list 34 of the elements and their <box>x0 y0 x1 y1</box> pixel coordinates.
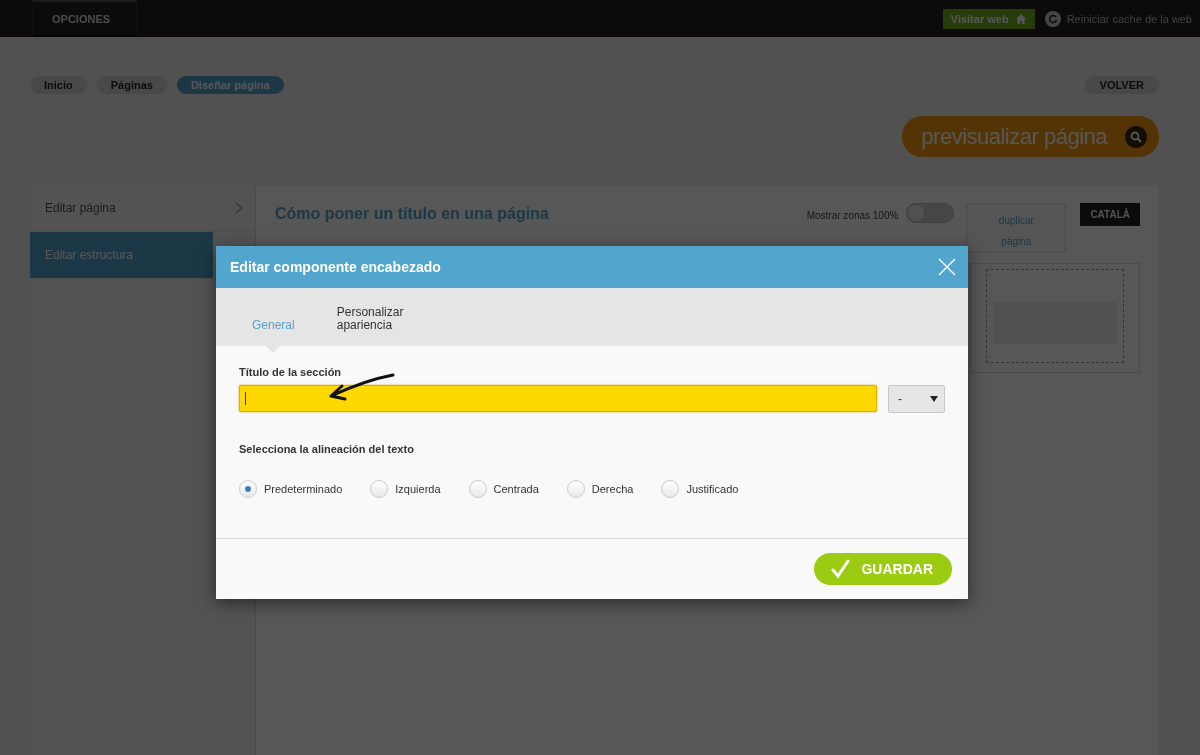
radio-label[interactable]: Predeterminado <box>264 483 343 495</box>
preview-page-button[interactable]: previsualizar página <box>902 116 1159 157</box>
radio-button[interactable] <box>370 480 389 498</box>
radio-label[interactable]: Justificado <box>686 483 739 495</box>
dropdown-arrow-icon <box>930 396 938 402</box>
alignment-label: Selecciona la alineación del texto <box>239 443 415 455</box>
search-icon <box>1125 125 1147 148</box>
radio-button[interactable] <box>661 480 680 498</box>
radio-button[interactable] <box>566 480 585 498</box>
dialog-tab[interactable]: General <box>238 319 309 353</box>
radio-label[interactable]: Centrada <box>493 483 539 495</box>
radio-button[interactable] <box>239 480 257 498</box>
dialog-title: Editar componente encabezado <box>230 259 441 275</box>
checkmark-icon <box>831 559 852 579</box>
section-title-field[interactable] <box>239 385 877 412</box>
toggle-label: Mostrar zonas 100% <box>806 210 899 221</box>
save-button[interactable]: GUARDAR <box>814 553 952 585</box>
breadcrumb[interactable]: Inicio <box>30 76 87 94</box>
refresh-icon <box>1044 10 1061 27</box>
language-button[interactable]: CATALÀ <box>1080 203 1140 226</box>
back-button[interactable]: VOLVER <box>1084 76 1159 94</box>
chevron-right-icon <box>235 202 243 214</box>
dialog-tab[interactable]: Personalizar apariencia <box>322 306 433 353</box>
options-menu[interactable]: OPCIONES <box>32 0 138 37</box>
close-icon[interactable] <box>938 258 956 276</box>
page-title: Cómo poner un título en una página <box>275 205 549 223</box>
visit-web-button[interactable]: Visitar web <box>942 8 1035 29</box>
radio-button[interactable] <box>468 480 487 498</box>
radio-label[interactable]: Izquierda <box>395 483 441 495</box>
radio-label[interactable]: Derecha <box>591 483 634 495</box>
breadcrumb[interactable]: Páginas <box>96 76 167 94</box>
home-icon <box>1014 12 1027 25</box>
field-label: Título de la sección <box>239 366 343 378</box>
level-select[interactable]: - <box>888 385 945 413</box>
